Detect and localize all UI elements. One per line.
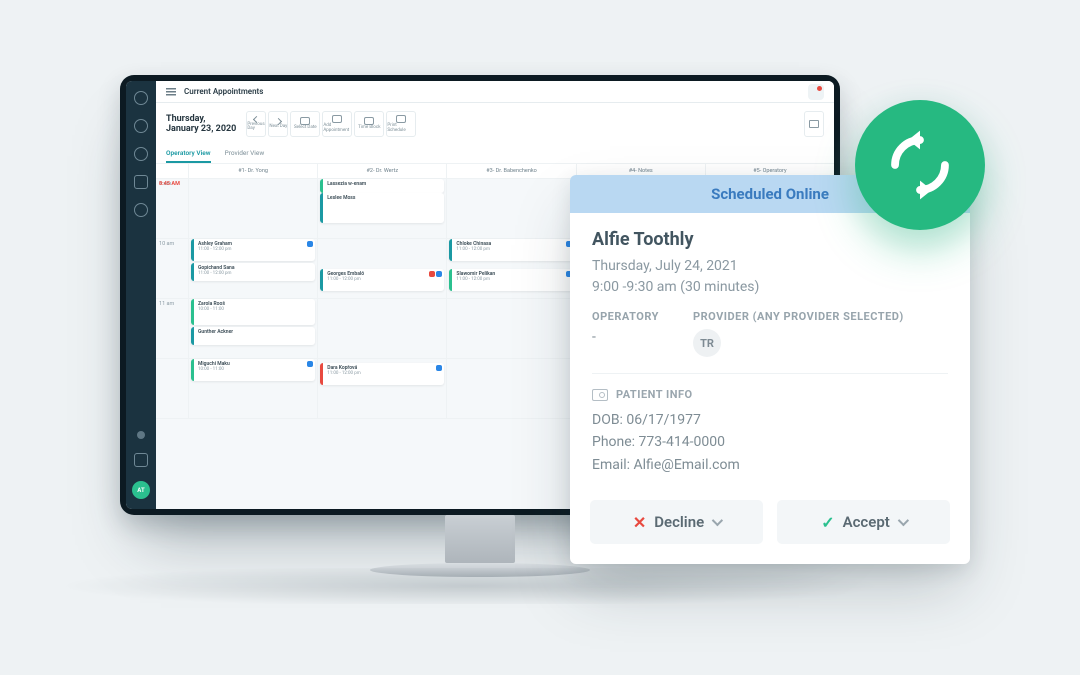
nav-dashboard-icon[interactable] bbox=[134, 119, 148, 133]
appointment[interactable]: Slawomir Pelikan11:00 - 12:00 pm bbox=[449, 269, 573, 291]
monitor-stand bbox=[445, 515, 515, 563]
operatory-col-3: #3- Dr. Babenchenko bbox=[446, 164, 575, 178]
filter-button[interactable] bbox=[804, 111, 824, 137]
appointment[interactable]: Chloke Chinasa11:00 - 12:00 pm bbox=[449, 239, 573, 261]
provider-label: PROVIDER (ANY PROVIDER SELECTED) bbox=[693, 310, 904, 323]
check-icon: ✓ bbox=[821, 513, 834, 532]
sync-icon bbox=[881, 126, 959, 204]
appointment-meta: Thursday, July 24, 2021 9:00 -9:30 am (3… bbox=[592, 256, 948, 298]
notifications-icon[interactable] bbox=[808, 84, 824, 100]
decline-button[interactable]: ✕ Decline bbox=[590, 500, 763, 544]
appointment[interactable]: Miguchi Maku10:00 - 11:00 bbox=[191, 359, 315, 381]
appointment-time: 9:00 -9:30 am (30 minutes) bbox=[592, 277, 948, 298]
appointment[interactable]: Ashley Graham11:00 - 12:00 pm bbox=[191, 239, 315, 261]
appointment[interactable]: Leslee Moss bbox=[320, 193, 444, 223]
sync-badge bbox=[855, 100, 985, 230]
tab-provider-view[interactable]: Provider View bbox=[225, 145, 265, 163]
operatory-value: - bbox=[592, 329, 659, 345]
appointment[interactable]: Lassezia w-enam bbox=[320, 179, 444, 193]
appointment[interactable]: Zarola Rooš10:00 - 11:00 bbox=[191, 299, 315, 325]
print-schedule-button[interactable]: Print Schedule bbox=[386, 111, 416, 137]
patient-dob: DOB: 06/17/1977 bbox=[592, 409, 948, 431]
next-day-button[interactable]: Next Day bbox=[268, 111, 288, 137]
operatory-label: OPERATORY bbox=[592, 310, 659, 323]
x-icon: ✕ bbox=[633, 513, 646, 532]
menu-icon[interactable] bbox=[166, 88, 176, 96]
view-tabs: Operatory View Provider View bbox=[156, 141, 834, 163]
patient-email: Email: Alfie@Email.com bbox=[592, 454, 948, 476]
operatory-col-2: #2- Dr. Wertz bbox=[317, 164, 446, 178]
time-block-button[interactable]: Time Block bbox=[354, 111, 384, 137]
operatory-col-1: #1- Dr. Yong bbox=[188, 164, 317, 178]
settings-icon[interactable] bbox=[134, 453, 148, 467]
appointment[interactable]: Gopichand Sana11:00 - 12:00 pm bbox=[191, 263, 315, 281]
nav-patients-icon[interactable] bbox=[134, 175, 148, 189]
current-time-indicator: 8:45 AM bbox=[159, 181, 180, 187]
appointment[interactable]: Georges Embaló11:00 - 12:00 pm bbox=[320, 269, 444, 291]
help-icon[interactable] bbox=[137, 431, 145, 439]
prev-day-button[interactable]: Previous Day bbox=[246, 111, 266, 137]
user-avatar[interactable]: AT bbox=[132, 481, 150, 499]
header: Thursday, January 23, 2020 Previous Day … bbox=[156, 103, 834, 141]
patient-phone: Phone: 773-414-0000 bbox=[592, 431, 948, 453]
nav-home-icon[interactable] bbox=[134, 91, 148, 105]
card-actions: ✕ Decline ✓ Accept bbox=[570, 486, 970, 564]
add-appointment-button[interactable]: Add Appointment bbox=[322, 111, 352, 137]
patient-info-icon bbox=[592, 389, 608, 401]
appointment[interactable]: Gunther Ackner bbox=[191, 327, 315, 345]
appointment[interactable]: Dara Kopřová11:00 - 12:00 pm bbox=[320, 363, 444, 385]
monitor-shadow bbox=[60, 568, 880, 604]
chevron-down-icon bbox=[712, 515, 723, 526]
page-title: Current Appointments bbox=[184, 87, 263, 96]
provider-chip: TR bbox=[693, 329, 721, 357]
chevron-down-icon bbox=[898, 515, 909, 526]
topbar: Current Appointments bbox=[156, 81, 834, 103]
appointment-date: Thursday, July 24, 2021 bbox=[592, 256, 948, 277]
select-date-button[interactable]: Select Date bbox=[290, 111, 320, 137]
toolbar: Previous Day Next Day Select Date Add Ap… bbox=[246, 111, 416, 137]
nav-reports-icon[interactable] bbox=[134, 203, 148, 217]
nav-schedule-icon[interactable] bbox=[134, 147, 148, 161]
current-date: Thursday, January 23, 2020 bbox=[166, 114, 236, 135]
patient-info-section: PATIENT INFO DOB: 06/17/1977 Phone: 773-… bbox=[592, 373, 948, 476]
patient-info-heading: PATIENT INFO bbox=[616, 388, 693, 401]
tab-operatory-view[interactable]: Operatory View bbox=[166, 145, 211, 163]
operatory-provider-row: OPERATORY - PROVIDER (ANY PROVIDER SELEC… bbox=[592, 310, 948, 357]
accept-button[interactable]: ✓ Accept bbox=[777, 500, 950, 544]
side-rail: AT bbox=[126, 81, 156, 509]
